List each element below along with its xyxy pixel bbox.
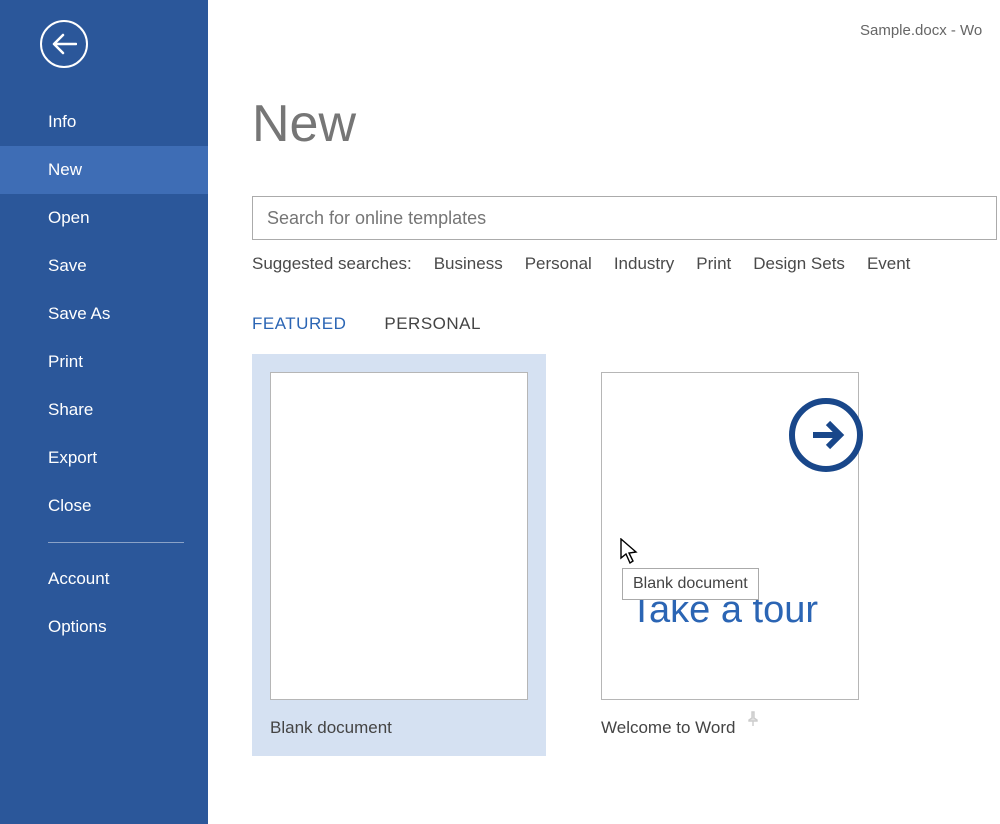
sidebar-item-new[interactable]: New [0,146,208,194]
sidebar-item-save-as[interactable]: Save As [0,290,208,338]
sidebar-divider [48,542,184,543]
sidebar-item-print[interactable]: Print [0,338,208,386]
sidebar-item-export[interactable]: Export [0,434,208,482]
template-blank-thumbnail [270,372,528,700]
tour-arrow-icon [780,395,872,475]
sidebar-item-share[interactable]: Share [0,386,208,434]
tab-featured[interactable]: FEATURED [252,314,346,334]
template-welcome-to-word[interactable]: Take a tour Welcome to Word [601,354,859,756]
template-tour-label: Welcome to Word [601,718,735,738]
suggested-link-print[interactable]: Print [696,254,731,274]
suggested-link-design-sets[interactable]: Design Sets [753,254,845,274]
sidebar-item-save[interactable]: Save [0,242,208,290]
page-title: New [252,94,1000,154]
suggested-label: Suggested searches: [252,254,412,274]
tab-personal[interactable]: PERSONAL [384,314,481,334]
sidebar-item-info[interactable]: Info [0,98,208,146]
suggested-link-industry[interactable]: Industry [614,254,674,274]
sidebar-items: Info New Open Save Save As Print Share E… [0,98,208,651]
main-content: Sample.docx - Wo New Suggested searches:… [208,0,1000,824]
sidebar-item-account[interactable]: Account [0,555,208,603]
template-blank-document[interactable]: Blank document [252,354,546,756]
suggested-link-personal[interactable]: Personal [525,254,592,274]
sidebar-item-options[interactable]: Options [0,603,208,651]
suggested-searches-row: Suggested searches: Business Personal In… [252,254,1000,274]
template-tour-thumbnail: Take a tour [601,372,859,700]
template-blank-label: Blank document [270,718,528,738]
tooltip: Blank document [622,568,759,600]
suggested-link-business[interactable]: Business [434,254,503,274]
pin-icon[interactable] [745,711,761,727]
backstage-sidebar: Info New Open Save Save As Print Share E… [0,0,208,824]
back-arrow-icon [51,33,77,55]
template-gallery: Blank document Take a tour Welcome to Wo… [252,354,1000,756]
template-tabs: FEATURED PERSONAL [252,314,1000,334]
suggested-link-event[interactable]: Event [867,254,910,274]
template-search-input[interactable] [252,196,997,240]
back-button[interactable] [40,20,88,68]
window-title: Sample.docx - Wo [860,22,1000,39]
sidebar-item-open[interactable]: Open [0,194,208,242]
sidebar-item-close[interactable]: Close [0,482,208,530]
